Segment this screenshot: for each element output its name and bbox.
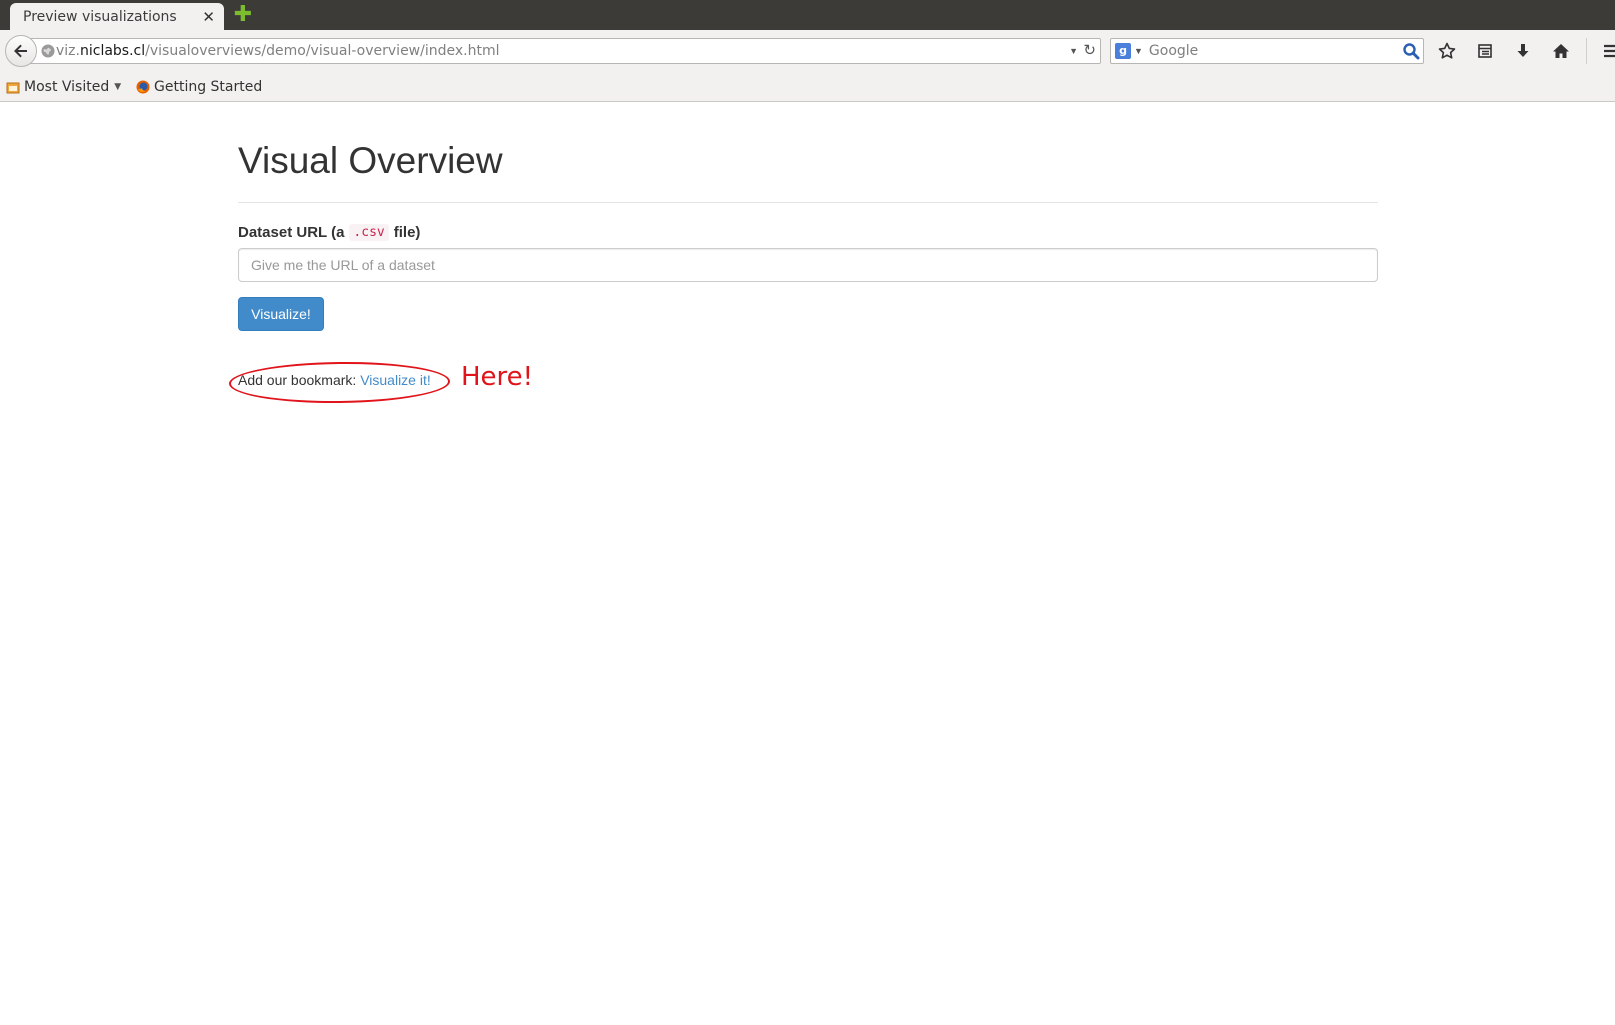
csv-code-tag: .csv bbox=[349, 224, 389, 241]
dataset-url-label: Dataset URL (a .csv file) bbox=[238, 224, 420, 241]
firefox-icon bbox=[136, 80, 150, 94]
bookmark-star-button[interactable] bbox=[1434, 38, 1460, 64]
url-host-prefix: viz. bbox=[56, 43, 80, 59]
magnifier-icon[interactable] bbox=[1402, 42, 1420, 60]
reading-list-icon bbox=[1478, 44, 1492, 58]
tab-strip: Preview visualizations ✕ ✚ bbox=[0, 0, 1615, 30]
star-icon bbox=[1438, 42, 1456, 59]
url-text: viz.niclabs.cl/visualoverviews/demo/visu… bbox=[56, 43, 500, 59]
chevron-down-icon: ▼ bbox=[114, 82, 122, 92]
home-icon bbox=[1553, 44, 1569, 58]
reading-list-button[interactable] bbox=[1472, 38, 1498, 64]
dataset-url-input[interactable] bbox=[238, 248, 1378, 282]
search-engine-icon[interactable]: g bbox=[1115, 43, 1131, 59]
bookmark-label: Getting Started bbox=[154, 79, 263, 95]
navigation-toolbar: viz.niclabs.cl/visualoverviews/demo/visu… bbox=[0, 30, 1615, 72]
bookmark-most-visited[interactable]: Most Visited ▼ bbox=[6, 77, 121, 97]
toolbar-buttons bbox=[1434, 38, 1615, 64]
title-divider bbox=[238, 202, 1378, 203]
back-arrow-icon bbox=[14, 44, 27, 58]
url-dropdown-icon[interactable]: ▼ bbox=[1069, 46, 1078, 56]
tab-preview-visualizations[interactable]: Preview visualizations ✕ bbox=[10, 3, 224, 30]
bookmark-label: Most Visited bbox=[24, 79, 110, 95]
home-button[interactable] bbox=[1548, 38, 1574, 64]
globe-icon bbox=[41, 44, 55, 58]
menu-icon bbox=[1604, 44, 1615, 58]
page-title: Visual Overview bbox=[238, 140, 503, 181]
visualize-button[interactable]: Visualize! bbox=[238, 297, 324, 331]
search-input[interactable]: Google bbox=[1149, 43, 1198, 59]
back-button[interactable] bbox=[5, 35, 37, 67]
url-bar[interactable]: viz.niclabs.cl/visualoverviews/demo/visu… bbox=[22, 38, 1101, 64]
folder-icon bbox=[6, 82, 20, 94]
new-tab-icon[interactable]: ✚ bbox=[232, 4, 254, 26]
close-icon[interactable]: ✕ bbox=[202, 8, 215, 26]
annotation-ellipse bbox=[228, 360, 451, 405]
url-path: /visualoverviews/demo/visual-overview/in… bbox=[145, 43, 500, 59]
toolbar-separator bbox=[1586, 38, 1587, 64]
label-suffix: file) bbox=[393, 224, 421, 241]
download-icon bbox=[1517, 44, 1529, 57]
menu-button[interactable] bbox=[1599, 38, 1615, 64]
bookmarks-toolbar: Most Visited ▼ Getting Started bbox=[0, 72, 1615, 102]
annotation-here-text: Here! bbox=[461, 362, 534, 392]
tab-title: Preview visualizations bbox=[23, 8, 177, 25]
downloads-button[interactable] bbox=[1510, 38, 1536, 64]
url-host: niclabs.cl bbox=[79, 43, 146, 59]
bookmark-getting-started[interactable]: Getting Started bbox=[136, 77, 262, 97]
reload-icon[interactable]: ↻ bbox=[1083, 41, 1096, 59]
search-bar[interactable]: g ▼ Google bbox=[1110, 38, 1424, 64]
search-engine-caret-icon[interactable]: ▼ bbox=[1134, 46, 1143, 56]
label-prefix: Dataset URL (a bbox=[238, 224, 345, 241]
